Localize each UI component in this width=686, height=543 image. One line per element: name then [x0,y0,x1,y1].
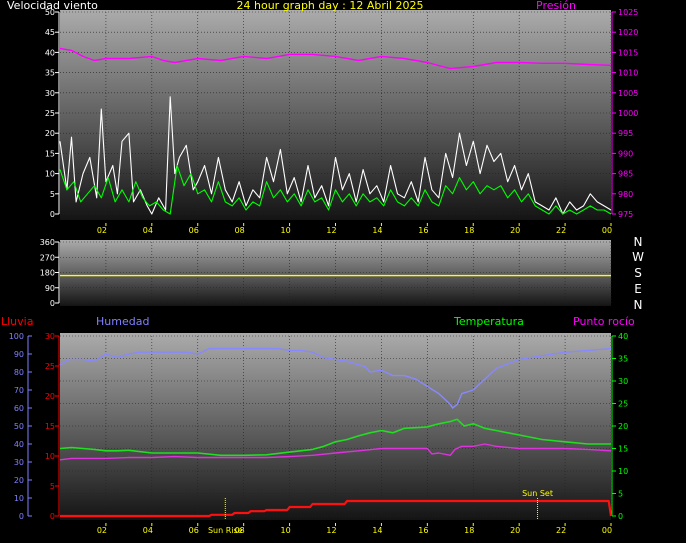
wind-x-tick-label: 08 [235,226,245,235]
chart-title: 24 hour graph day : 12 Abril 2025 [237,0,424,12]
temperature-right-tick-label: 30 [618,377,628,386]
pressure-label: Presión [536,0,576,12]
pressure-right-tick-label: 1000 [618,109,638,118]
wind-x-tick-label: 20 [510,226,520,235]
wind-x-tick-label: 10 [280,226,290,235]
wind-x-tick-label: 00 [602,226,612,235]
temperature-x-tick-label: 02 [97,526,107,535]
humidity-left-tick-label: 10 [14,494,24,503]
temperature-right-tick-label: 35 [618,355,628,364]
humidity-left-tick-label: 0 [19,512,24,521]
compass-s: S [634,266,642,280]
wind-left-tick-label: 10 [45,170,55,179]
wind-left-tick-label: 20 [45,129,55,138]
pressure-right-tick-label: 985 [618,170,633,179]
temperature-x-tick-label: 00 [602,526,612,535]
sun-set-label: Sun Set [522,489,553,498]
rain-left-tick-label: 10 [45,452,55,461]
compass-e: E [634,282,642,296]
pressure-right-tick-label: 1015 [618,48,638,57]
wind-x-tick-label: 02 [97,226,107,235]
wind-left-tick-label: 35 [45,69,55,78]
temperature-right-tick-label: 25 [618,400,628,409]
rain-left-tick-label: 0 [50,512,55,521]
humidity-left-tick-label: 50 [14,422,24,431]
pressure-right-tick-label: 980 [618,190,633,199]
temperature-x-tick-label: 14 [372,526,382,535]
direction-left-tick-label: 90 [45,284,55,293]
humidity-left-tick-label: 60 [14,404,24,413]
humidity-left-tick-label: 20 [14,476,24,485]
wind-x-tick-label: 04 [143,226,153,235]
temperature-right-tick-label: 10 [618,467,628,476]
temperature-x-tick-label: 20 [510,526,520,535]
pressure-right-tick-label: 1010 [618,69,638,78]
rain-left-tick-label: 15 [45,422,55,431]
wind-x-tick-label: 06 [189,226,199,235]
pressure-right-tick-label: 990 [618,149,633,158]
temperature-right-tick-label: 5 [618,490,623,499]
wind-x-tick-label: 14 [372,226,382,235]
wind-left-tick-label: 30 [45,89,55,98]
pressure-right-tick-label: 995 [618,129,633,138]
temperature-x-tick-label: 10 [280,526,290,535]
pressure-right-tick-label: 1005 [618,89,638,98]
compass-n-top: N [634,235,643,249]
temperature-right-tick-label: 0 [618,512,623,521]
rain-left-tick-label: 20 [45,392,55,401]
direction-left-tick-label: 360 [40,238,55,247]
temperature-x-tick-label: 18 [464,526,474,535]
weather-graph: 0510152025303540455097598098599099510001… [1,0,644,535]
dewpoint-label: Punto rocío [573,315,635,328]
wind-speed-label: Velocidad viento [7,0,98,12]
direction-left-tick-label: 270 [40,253,55,262]
temperature-label: Temperatura [453,315,524,328]
wind-left-tick-label: 25 [45,109,55,118]
temperature-x-tick-label: 16 [418,526,428,535]
pressure-right-tick-label: 975 [618,210,633,219]
temperature-right-tick-label: 20 [618,422,628,431]
temperature-x-tick-label: 22 [556,526,566,535]
temperature-x-tick-label: 12 [326,526,336,535]
temperature-right-tick-label: 15 [618,445,628,454]
rain-left-tick-label: 5 [50,482,55,491]
temperature-x-tick-label: 06 [189,526,199,535]
humidity-left-tick-label: 30 [14,458,24,467]
wind-left-tick-label: 40 [45,48,55,57]
wind-left-tick-label: 0 [50,210,55,219]
pressure-right-tick-label: 1025 [618,8,638,17]
wind-x-tick-label: 22 [556,226,566,235]
humidity-left-tick-label: 90 [14,350,24,359]
wind-x-tick-label: 12 [326,226,336,235]
wind-x-tick-label: 18 [464,226,474,235]
wind-left-tick-label: 5 [50,190,55,199]
pressure-right-tick-label: 1020 [618,28,638,37]
rain-label: Lluvia [1,315,33,328]
temperature-x-tick-label: 08 [235,526,245,535]
temperature-x-tick-label: 04 [143,526,153,535]
humidity-left-tick-label: 100 [9,332,24,341]
humidity-left-tick-label: 40 [14,440,24,449]
direction-left-tick-label: 180 [40,269,55,278]
temperature-right-tick-label: 40 [618,332,628,341]
wind-left-tick-label: 45 [45,28,55,37]
wind-x-tick-label: 16 [418,226,428,235]
humidity-left-tick-label: 70 [14,386,24,395]
compass-n-bottom: N [634,298,643,312]
rain-left-tick-label: 25 [45,362,55,371]
humidity-label: Humedad [96,315,149,328]
direction-left-tick-label: 0 [50,299,55,308]
wind-left-tick-label: 15 [45,149,55,158]
humidity-left-tick-label: 80 [14,368,24,377]
compass-w: W [632,250,644,264]
rain-left-tick-label: 30 [45,332,55,341]
